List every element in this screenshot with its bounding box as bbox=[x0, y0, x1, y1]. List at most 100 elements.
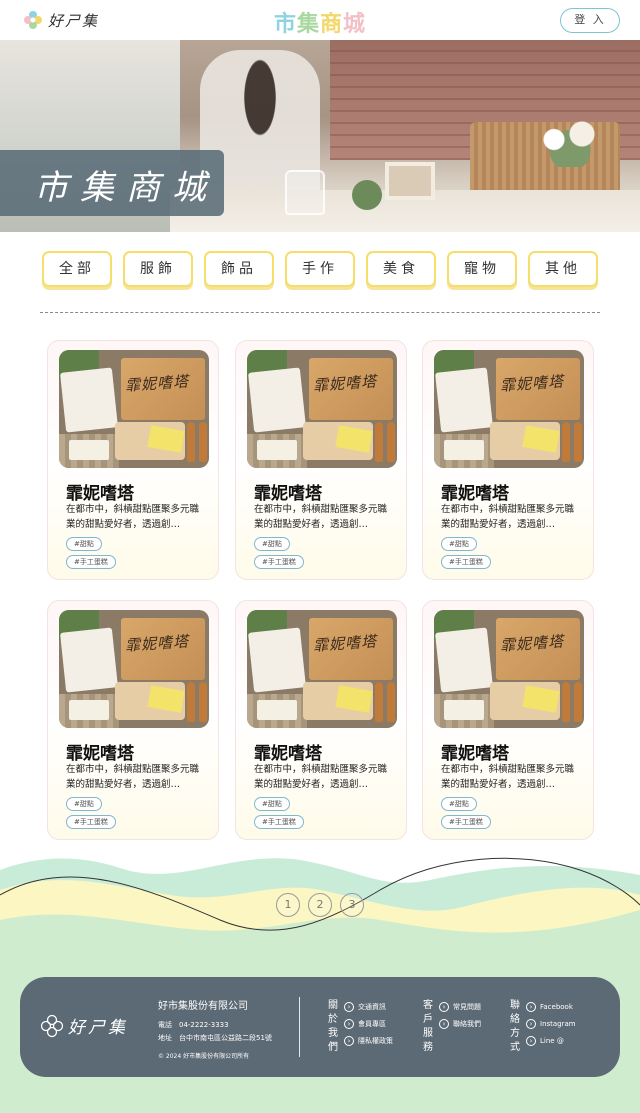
image-box bbox=[257, 700, 297, 720]
footer-link-label: 會員專區 bbox=[358, 1020, 386, 1028]
shop-card-title: 霏妮嗜塔 bbox=[254, 484, 322, 503]
category-filter-bar: 全部 服飾 飾品 手作 美食 寵物 其他 bbox=[42, 251, 602, 289]
footer-logo[interactable]: 好ㄕ集 bbox=[40, 1013, 128, 1038]
chevron-right-icon: › bbox=[344, 1002, 354, 1012]
page-2-button[interactable]: 2 bbox=[308, 893, 332, 917]
shop-card-title: 霏妮嗜塔 bbox=[66, 744, 134, 763]
footer-service-heading: 客戶服務 bbox=[423, 1000, 433, 1053]
page-1-button[interactable]: 1 bbox=[276, 893, 300, 917]
footer-link-instagram[interactable]: › Instagram bbox=[526, 1019, 576, 1029]
category-handmade-button[interactable]: 手作 bbox=[285, 251, 355, 287]
shop-card-tag[interactable]: #甜點 bbox=[66, 797, 102, 811]
shop-card-title: 霏妮嗜塔 bbox=[441, 744, 509, 763]
shop-card-description: 在都市中，斜槓甜點匯聚多元職業的甜點愛好者，透過創… bbox=[254, 764, 388, 790]
hero-frame-image bbox=[385, 162, 435, 200]
shop-card-tag[interactable]: #甜點 bbox=[441, 537, 477, 551]
image-card bbox=[60, 367, 118, 433]
hero-plant-image bbox=[352, 180, 382, 210]
image-card bbox=[60, 627, 118, 693]
footer-divider bbox=[299, 997, 300, 1057]
footer-link-facebook[interactable]: › Facebook bbox=[526, 1002, 573, 1012]
shop-card-tag[interactable]: #甜點 bbox=[254, 537, 290, 551]
category-pets-button[interactable]: 寵物 bbox=[447, 251, 517, 287]
footer-link-label: 聯絡我們 bbox=[453, 1020, 481, 1028]
category-all-button[interactable]: 全部 bbox=[42, 251, 112, 287]
shop-card-image: 霏妮嗜塔 bbox=[59, 610, 209, 728]
shop-card[interactable]: 霏妮嗜塔 霏妮嗜塔 在都市中，斜槓甜點匯聚多元職業的甜點愛好者，透過創… #甜點… bbox=[422, 600, 594, 840]
image-box bbox=[69, 440, 109, 460]
category-accessories-button[interactable]: 飾品 bbox=[204, 251, 274, 287]
image-spoon bbox=[387, 422, 395, 462]
shop-card[interactable]: 霏妮嗜塔 霏妮嗜塔 在都市中，斜槓甜點匯聚多元職業的甜點愛好者，透過創… #甜點… bbox=[422, 340, 594, 580]
footer-contact-heading: 聯絡方式 bbox=[510, 1000, 520, 1053]
shop-card[interactable]: 霏妮嗜塔 霏妮嗜塔 在都市中，斜槓甜點匯聚多元職業的甜點愛好者，透過創… #甜點… bbox=[47, 600, 219, 840]
shop-card-title: 霏妮嗜塔 bbox=[66, 484, 134, 503]
category-food-button[interactable]: 美食 bbox=[366, 251, 436, 287]
footer-link-member[interactable]: › 會員專區 bbox=[344, 1019, 386, 1029]
shop-card-tag[interactable]: #手工蛋糕 bbox=[441, 555, 491, 569]
shop-card-tag[interactable]: #甜點 bbox=[66, 537, 102, 551]
shop-card-tag[interactable]: #手工蛋糕 bbox=[66, 555, 116, 569]
category-clothing-button[interactable]: 服飾 bbox=[123, 251, 193, 287]
image-card bbox=[248, 367, 306, 433]
footer-address: 地址 台中市南屯區公益路二段51號 bbox=[158, 1034, 272, 1042]
footer-link-traffic[interactable]: › 交通資訊 bbox=[344, 1002, 386, 1012]
chevron-right-icon: › bbox=[439, 1002, 449, 1012]
footer-link-privacy[interactable]: › 隱私權政策 bbox=[344, 1036, 393, 1046]
shop-card[interactable]: 霏妮嗜塔 霏妮嗜塔 在都市中，斜槓甜點匯聚多元職業的甜點愛好者，透過創… #甜點… bbox=[235, 600, 407, 840]
image-box bbox=[444, 700, 484, 720]
shop-card-title: 霏妮嗜塔 bbox=[254, 744, 322, 763]
shop-card[interactable]: 霏妮嗜塔 霏妮嗜塔 在都市中，斜槓甜點匯聚多元職業的甜點愛好者，透過創… #甜點… bbox=[47, 340, 219, 580]
image-box bbox=[444, 440, 484, 460]
hero-banner: 市集商城 bbox=[0, 40, 640, 232]
shop-card-tag[interactable]: #甜點 bbox=[441, 797, 477, 811]
image-spoon bbox=[187, 422, 195, 462]
image-spoon bbox=[187, 682, 195, 722]
image-spoon bbox=[387, 682, 395, 722]
image-spoon bbox=[574, 682, 582, 722]
shop-card-description: 在都市中，斜槓甜點匯聚多元職業的甜點愛好者，透過創… bbox=[254, 504, 388, 530]
footer-link-contact-us[interactable]: › 聯絡我們 bbox=[439, 1019, 481, 1029]
flower-logo-icon bbox=[40, 1014, 64, 1037]
login-button[interactable]: 登 入 bbox=[560, 8, 620, 33]
footer-link-line[interactable]: › Line @ bbox=[526, 1036, 564, 1046]
image-spoon bbox=[574, 422, 582, 462]
shop-card-tag[interactable]: #手工蛋糕 bbox=[441, 815, 491, 829]
title-char: 商 bbox=[320, 11, 344, 36]
shop-card[interactable]: 霏妮嗜塔 霏妮嗜塔 在都市中，斜槓甜點匯聚多元職業的甜點愛好者，透過創… #甜點… bbox=[235, 340, 407, 580]
shop-card-tag[interactable]: #手工蛋糕 bbox=[66, 815, 116, 829]
shop-card-image: 霏妮嗜塔 bbox=[434, 350, 584, 468]
chevron-right-icon: › bbox=[439, 1019, 449, 1029]
chevron-right-icon: › bbox=[526, 1002, 536, 1012]
title-char: 市 bbox=[273, 11, 297, 36]
footer-about-heading: 關於我們 bbox=[328, 1000, 338, 1053]
image-spoon bbox=[199, 682, 207, 722]
chevron-right-icon: › bbox=[526, 1036, 536, 1046]
chevron-right-icon: › bbox=[344, 1019, 354, 1029]
hero-flowers-image bbox=[530, 112, 610, 167]
image-box bbox=[257, 440, 297, 460]
section-divider bbox=[40, 312, 600, 313]
category-other-button[interactable]: 其他 bbox=[528, 251, 598, 287]
image-spoon bbox=[375, 682, 383, 722]
footer-phone: 電話 04-2222-3333 bbox=[158, 1021, 229, 1029]
page-3-button[interactable]: 3 bbox=[340, 893, 364, 917]
image-card bbox=[248, 627, 306, 693]
footer-link-label: 常見問題 bbox=[453, 1003, 481, 1011]
shop-card-title: 霏妮嗜塔 bbox=[441, 484, 509, 503]
chevron-right-icon: › bbox=[526, 1019, 536, 1029]
footer-company-name: 好市集股份有限公司 bbox=[158, 1001, 248, 1012]
footer-link-label: Instagram bbox=[540, 1020, 576, 1028]
image-spoon bbox=[375, 422, 383, 462]
shop-card-tag[interactable]: #手工蛋糕 bbox=[254, 555, 304, 569]
image-spoon bbox=[562, 422, 570, 462]
footer-link-faq[interactable]: › 常見問題 bbox=[439, 1002, 481, 1012]
shop-card-description: 在都市中，斜槓甜點匯聚多元職業的甜點愛好者，透過創… bbox=[66, 504, 200, 530]
footer-link-label: 隱私權政策 bbox=[358, 1037, 393, 1045]
shop-card-tag[interactable]: #甜點 bbox=[254, 797, 290, 811]
footer-link-label: 交通資訊 bbox=[358, 1003, 386, 1011]
shop-card-tag[interactable]: #手工蛋糕 bbox=[254, 815, 304, 829]
footer-link-label: Line @ bbox=[540, 1037, 564, 1045]
image-card bbox=[435, 367, 493, 433]
hero-jar-image bbox=[285, 170, 325, 215]
